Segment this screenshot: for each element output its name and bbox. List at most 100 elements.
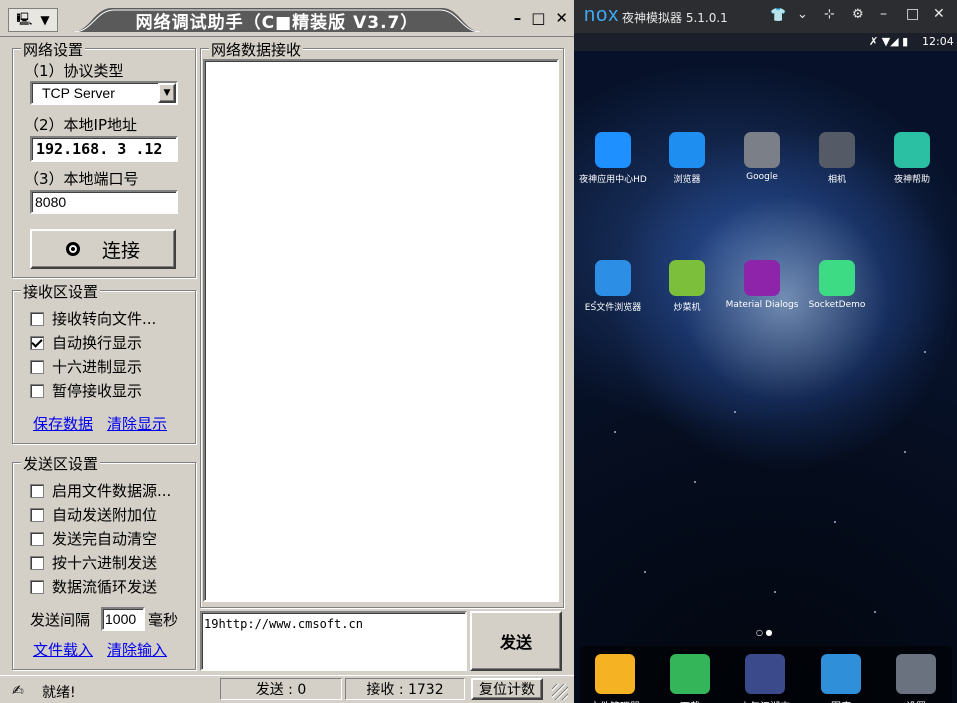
pin-icon[interactable]: ⊹ <box>824 7 835 22</box>
checkbox-unchecked[interactable] <box>30 579 44 594</box>
checkbox-option[interactable]: 自动发送附加位 <box>30 504 157 525</box>
app-shortcut[interactable]: 浏览器 <box>650 132 724 185</box>
app-shortcut[interactable]: Google <box>725 132 799 182</box>
checkbox-label: 按十六进制发送 <box>52 554 158 572</box>
checkbox-option[interactable]: 启用文件数据源... <box>30 480 171 501</box>
send-interval-label: 发送间隔 <box>30 611 91 629</box>
help-icon <box>894 132 930 168</box>
nox-appcenter-icon <box>595 132 631 168</box>
ip-address-input[interactable]: 192.168. 3 .12 <box>30 136 178 162</box>
netassist-window: 🖳 ▼ 网络调试助手（C■精装版 V3.7） – □ ✕ 网络设置 （1）协议类… <box>0 0 574 703</box>
app-label: 夜神应用中心HD <box>579 175 647 185</box>
folder-icon <box>595 654 635 694</box>
emulator-title: 夜神模拟器 5.1.0.1 <box>622 11 728 25</box>
checkbox-label: 暂停接收显示 <box>52 382 143 400</box>
app-shortcut[interactable]: SocketDemo <box>800 260 874 310</box>
shirt-icon[interactable]: 👕 <box>770 8 786 23</box>
checkbox-option[interactable]: 发送完自动清空 <box>30 528 157 549</box>
checkbox-option[interactable]: 数据流循环发送 <box>30 576 157 597</box>
checkbox-unchecked[interactable] <box>30 383 44 398</box>
gear-icon[interactable]: ⚙ <box>852 7 864 22</box>
app-label: 浏览器 <box>673 175 701 185</box>
app-label: SocketDemo <box>808 300 866 310</box>
resize-grip-icon[interactable] <box>552 684 568 700</box>
checkbox-option[interactable]: 自动换行显示 <box>30 332 142 353</box>
ip-label: （2）本地IP地址 <box>24 116 138 134</box>
app-shortcut[interactable]: 夜神帮助 <box>875 132 949 185</box>
connect-button[interactable]: 连接 <box>30 229 176 269</box>
checkbox-unchecked[interactable] <box>30 555 44 570</box>
checkbox-option[interactable]: 暂停接收显示 <box>30 380 142 401</box>
app-shortcut[interactable]: 相机 <box>800 132 874 185</box>
chevron-down-icon[interactable]: ⌄ <box>797 7 808 22</box>
checkbox-unchecked[interactable] <box>30 311 44 326</box>
settings-icon <box>896 654 936 694</box>
minimize-icon[interactable]: – <box>880 6 887 22</box>
maximize-icon[interactable]: □ <box>906 6 919 22</box>
checkbox-label: 自动发送附加位 <box>52 506 158 524</box>
interval-unit-label: 毫秒 <box>148 611 179 629</box>
window-title: 网络调试助手（C■精装版 V3.7） <box>135 13 419 33</box>
send-textarea[interactable]: 19http://www.cmsoft.cn <box>200 611 467 671</box>
checkbox-label: 自动换行显示 <box>52 334 143 352</box>
checkbox-label: 接收转向文件... <box>52 310 157 328</box>
clock: 12:04 <box>922 35 954 48</box>
system-menu-button[interactable]: 🖳 ▼ <box>8 8 58 32</box>
dock-app[interactable]: 设置 <box>881 654 951 703</box>
dock-app[interactable]: 少年江湖志 <box>730 654 800 703</box>
checkbox-unchecked[interactable] <box>30 359 44 374</box>
emulator-title-bar[interactable]: nox 夜神模拟器 5.1.0.1 👕 ⌄ ⊹ ⚙ – □ ✕ <box>574 0 957 33</box>
android-e4a-icon <box>669 260 705 296</box>
md-icon <box>744 260 780 296</box>
app-shortcut[interactable]: Material Dialogs <box>725 260 799 310</box>
close-icon[interactable]: ✕ <box>933 6 945 22</box>
es-file-icon <box>595 260 631 296</box>
checkbox-option[interactable]: 按十六进制发送 <box>30 552 157 573</box>
app-shortcut[interactable]: ES文件浏览器 <box>576 260 650 313</box>
app-shortcut[interactable]: 夜神应用中心HD <box>576 132 650 185</box>
checkbox-checked[interactable] <box>30 335 44 350</box>
pencil-hand-icon: ✍ <box>12 683 24 699</box>
checkbox-option[interactable]: 接收转向文件... <box>30 308 156 329</box>
close-button[interactable]: ✕ <box>555 9 568 27</box>
checkbox-option[interactable]: 十六进制显示 <box>30 356 142 377</box>
maximize-button[interactable]: □ <box>531 9 545 27</box>
port-input[interactable]: 8080 <box>30 190 178 214</box>
dock-app[interactable]: 文件管理器 <box>580 654 650 703</box>
checkbox-label: 启用文件数据源... <box>52 482 172 500</box>
checkbox-label: 数据流循环发送 <box>52 578 158 596</box>
chevron-down-icon[interactable]: ▼ <box>158 83 176 103</box>
checkbox-unchecked[interactable] <box>30 483 44 498</box>
send-interval-input[interactable]: 1000 <box>101 607 145 631</box>
clear-display-link[interactable]: 清除显示 <box>107 413 167 434</box>
protocol-label: （1）协议类型 <box>24 62 124 80</box>
game-icon <box>745 654 785 694</box>
minimize-button[interactable]: – <box>514 9 522 27</box>
load-file-link[interactable]: 文件载入 <box>33 639 93 660</box>
page-indicator: ○ ● <box>756 628 773 637</box>
android-status-bar: ✗ ▼◢ ▮ 12:04 <box>574 33 957 51</box>
status-ready-text: 就绪! <box>42 685 76 701</box>
reset-counter-button[interactable]: 复位计数 <box>471 678 543 700</box>
title-pill: 网络调试助手（C■精装版 V3.7） <box>72 6 482 33</box>
receive-textarea[interactable] <box>203 59 559 602</box>
checkbox-unchecked[interactable] <box>30 531 44 546</box>
group-title: 接收区设置 <box>21 281 101 302</box>
dock-label: 图库 <box>806 698 876 703</box>
save-data-link[interactable]: 保存数据 <box>33 413 93 434</box>
clear-input-link[interactable]: 清除输入 <box>107 639 167 660</box>
dock-app[interactable]: 下载 <box>655 654 725 703</box>
dock: 文件管理器下载少年江湖志 图库设置 <box>580 646 952 703</box>
received-counter: 接收 : 1732 <box>345 678 465 700</box>
nox-emulator-window: nox 夜神模拟器 5.1.0.1 👕 ⌄ ⊹ ⚙ – □ ✕ ✗ ▼◢ ▮ 1… <box>574 0 957 703</box>
app-shortcut[interactable]: 炒菜机 <box>650 260 724 313</box>
title-bar[interactable]: 🖳 ▼ 网络调试助手（C■精装版 V3.7） – □ ✕ <box>0 0 574 37</box>
checkbox-unchecked[interactable] <box>30 507 44 522</box>
protocol-select[interactable]: TCP Server ▼ <box>30 81 178 105</box>
checkbox-label: 发送完自动清空 <box>52 530 158 548</box>
download-icon <box>670 654 710 694</box>
send-button[interactable]: 发送 <box>470 611 562 671</box>
checkbox-label: 十六进制显示 <box>52 358 143 376</box>
dock-label: 设置 <box>881 698 951 703</box>
dock-app[interactable]: 图库 <box>806 654 876 703</box>
